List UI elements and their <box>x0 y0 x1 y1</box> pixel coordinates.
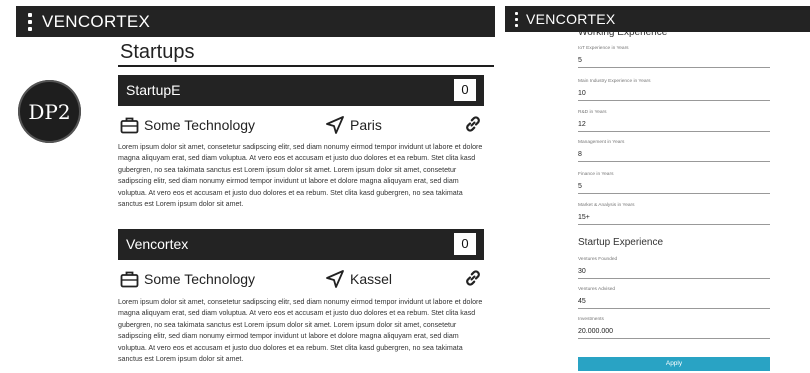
field-underline <box>578 278 770 279</box>
ventures-founded-field[interactable]: Ventures Founded 30 <box>578 257 770 279</box>
startup-card-header[interactable]: StartupE 0 <box>118 75 484 106</box>
field-value[interactable]: 5 <box>578 182 770 191</box>
field-value[interactable]: 5 <box>578 56 770 65</box>
field-label: Finance in Years <box>578 172 614 177</box>
startup-description: Lorem ipsum dolor sit amet, consetetur s… <box>118 298 483 364</box>
field-value[interactable]: 8 <box>578 150 770 159</box>
startup-description: Lorem ipsum dolor sit amet, consetetur s… <box>118 143 483 209</box>
startup-technology: Some Technology <box>144 271 256 287</box>
industry-experience-field[interactable]: Main Industry Experience in Years 10 <box>578 79 770 101</box>
link-icon[interactable] <box>464 269 482 287</box>
rnd-experience-field[interactable]: R&D in Years 12 <box>578 110 770 132</box>
iot-experience-field[interactable]: IoT Experience in Years 5 <box>578 46 770 68</box>
briefcase-icon <box>120 117 139 134</box>
app-brand: VENCORTEX <box>42 11 151 31</box>
startup-count-badge: 0 <box>454 233 476 255</box>
field-label: Market & Analysis in Years <box>578 203 635 208</box>
startup-location: Paris <box>350 117 382 133</box>
field-label: Management in Years <box>578 140 625 145</box>
startups-title: Startups <box>120 41 195 63</box>
ventures-advised-field[interactable]: Ventures Advised 45 <box>578 287 770 309</box>
field-value[interactable]: 15+ <box>578 213 770 222</box>
startup-card-header[interactable]: Vencortex 0 <box>118 229 484 260</box>
dp2-badge: DP2 <box>18 80 81 143</box>
briefcase-icon <box>120 271 139 288</box>
field-underline <box>578 193 770 194</box>
app-brand: VENCORTEX <box>526 11 616 27</box>
menu-dots-icon[interactable] <box>515 11 518 27</box>
startup-name: StartupE <box>126 82 181 98</box>
field-label: Investments <box>578 317 604 322</box>
field-label: R&D in Years <box>578 110 607 115</box>
startup-technology: Some Technology <box>144 117 256 133</box>
market-analysis-field[interactable]: Market & Analysis in Years 15+ <box>578 203 770 225</box>
field-underline <box>578 131 770 132</box>
field-value[interactable]: 10 <box>578 89 770 98</box>
apply-button[interactable]: Apply <box>578 357 770 371</box>
link-icon[interactable] <box>464 115 482 133</box>
field-value[interactable]: 20.000.000 <box>578 327 770 336</box>
startup-info-row: Some Technology Paris <box>118 115 484 137</box>
field-label: IoT Experience in Years <box>578 46 629 51</box>
investments-field[interactable]: Investments 20.000.000 <box>578 317 770 339</box>
field-underline <box>578 100 770 101</box>
startup-count-badge: 0 <box>454 79 476 101</box>
field-label: Main Industry Experience in Years <box>578 79 651 84</box>
management-experience-field[interactable]: Management in Years 8 <box>578 140 770 162</box>
field-value[interactable]: 45 <box>578 297 770 306</box>
field-label: Ventures Advised <box>578 287 616 292</box>
startup-experience-title: Startup Experience <box>578 237 664 248</box>
top-app-bar-right: VENCORTEX <box>505 6 810 32</box>
field-underline <box>578 67 770 68</box>
menu-dots-icon[interactable] <box>28 12 32 31</box>
startup-location: Kassel <box>350 271 393 287</box>
field-underline <box>578 224 770 225</box>
field-underline <box>578 338 770 339</box>
field-value[interactable]: 12 <box>578 120 770 129</box>
field-underline <box>578 308 770 309</box>
finance-experience-field[interactable]: Finance in Years 5 <box>578 172 770 194</box>
field-underline <box>578 161 770 162</box>
navigation-arrow-icon <box>326 270 344 288</box>
startup-info-row: Some Technology Kassel <box>118 269 484 291</box>
title-divider <box>118 65 494 67</box>
startup-name: Vencortex <box>126 236 189 252</box>
field-value[interactable]: 30 <box>578 267 770 276</box>
field-label: Ventures Founded <box>578 257 618 262</box>
navigation-arrow-icon <box>326 116 344 134</box>
top-app-bar: VENCORTEX <box>16 6 495 37</box>
